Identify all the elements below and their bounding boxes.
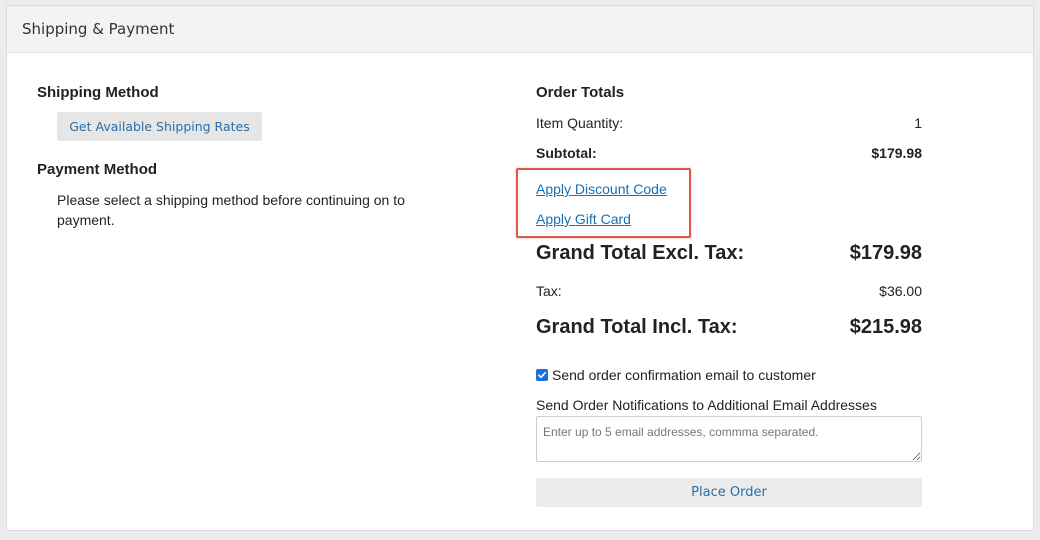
grand-total-incl-label: Grand Total Incl. Tax: [536, 316, 738, 338]
payment-method-title: Payment Method [37, 161, 158, 178]
grand-total-excl-label: Grand Total Excl. Tax: [536, 242, 745, 264]
tax-value: $36.00 [879, 283, 922, 299]
panel-title: Shipping & Payment [22, 20, 175, 38]
get-shipping-rates-button[interactable]: Get Available Shipping Rates [57, 112, 262, 141]
checkmark-icon [538, 371, 547, 379]
panel-header: Shipping & Payment [7, 6, 1033, 53]
subtotal-value: $179.98 [871, 145, 922, 161]
left-column: Shipping Method Get Available Shipping R… [37, 84, 437, 230]
shipping-payment-panel: Shipping & Payment Shipping Method Get A… [6, 5, 1034, 531]
place-order-button[interactable]: Place Order [536, 478, 922, 507]
confirmation-email-option[interactable]: Send order confirmation email to custome… [536, 367, 816, 383]
additional-emails-input[interactable] [536, 416, 922, 462]
additional-emails-label: Send Order Notifications to Additional E… [536, 397, 877, 413]
item-quantity-row: Item Quantity: 1 [536, 115, 922, 131]
grand-total-excl-tax-row: Grand Total Excl. Tax: $179.98 [536, 242, 922, 265]
tax-label: Tax: [536, 283, 562, 299]
grand-total-incl-value: $215.98 [849, 316, 922, 338]
confirmation-email-checkbox[interactable] [536, 369, 548, 381]
item-quantity-label: Item Quantity: [536, 115, 624, 131]
tax-row: Tax: $36.00 [536, 283, 922, 299]
subtotal-row: Subtotal: $179.98 [536, 145, 922, 161]
payment-message: Please select a shipping method before c… [57, 192, 405, 228]
apply-gift-card-link[interactable]: Apply Gift Card [536, 211, 631, 227]
grand-total-excl-value: $179.98 [849, 242, 922, 264]
order-totals-title: Order Totals [536, 84, 625, 101]
subtotal-label: Subtotal: [536, 145, 597, 161]
apply-discount-code-link[interactable]: Apply Discount Code [536, 181, 667, 197]
highlight-box [516, 168, 691, 238]
item-quantity-value: 1 [914, 115, 922, 131]
confirmation-email-label: Send order confirmation email to custome… [552, 367, 816, 383]
order-totals-column: Order Totals Item Quantity: 1 Subtotal: … [516, 84, 922, 507]
shipping-method-title: Shipping Method [37, 84, 159, 101]
grand-total-incl-tax-row: Grand Total Incl. Tax: $215.98 [536, 316, 922, 339]
